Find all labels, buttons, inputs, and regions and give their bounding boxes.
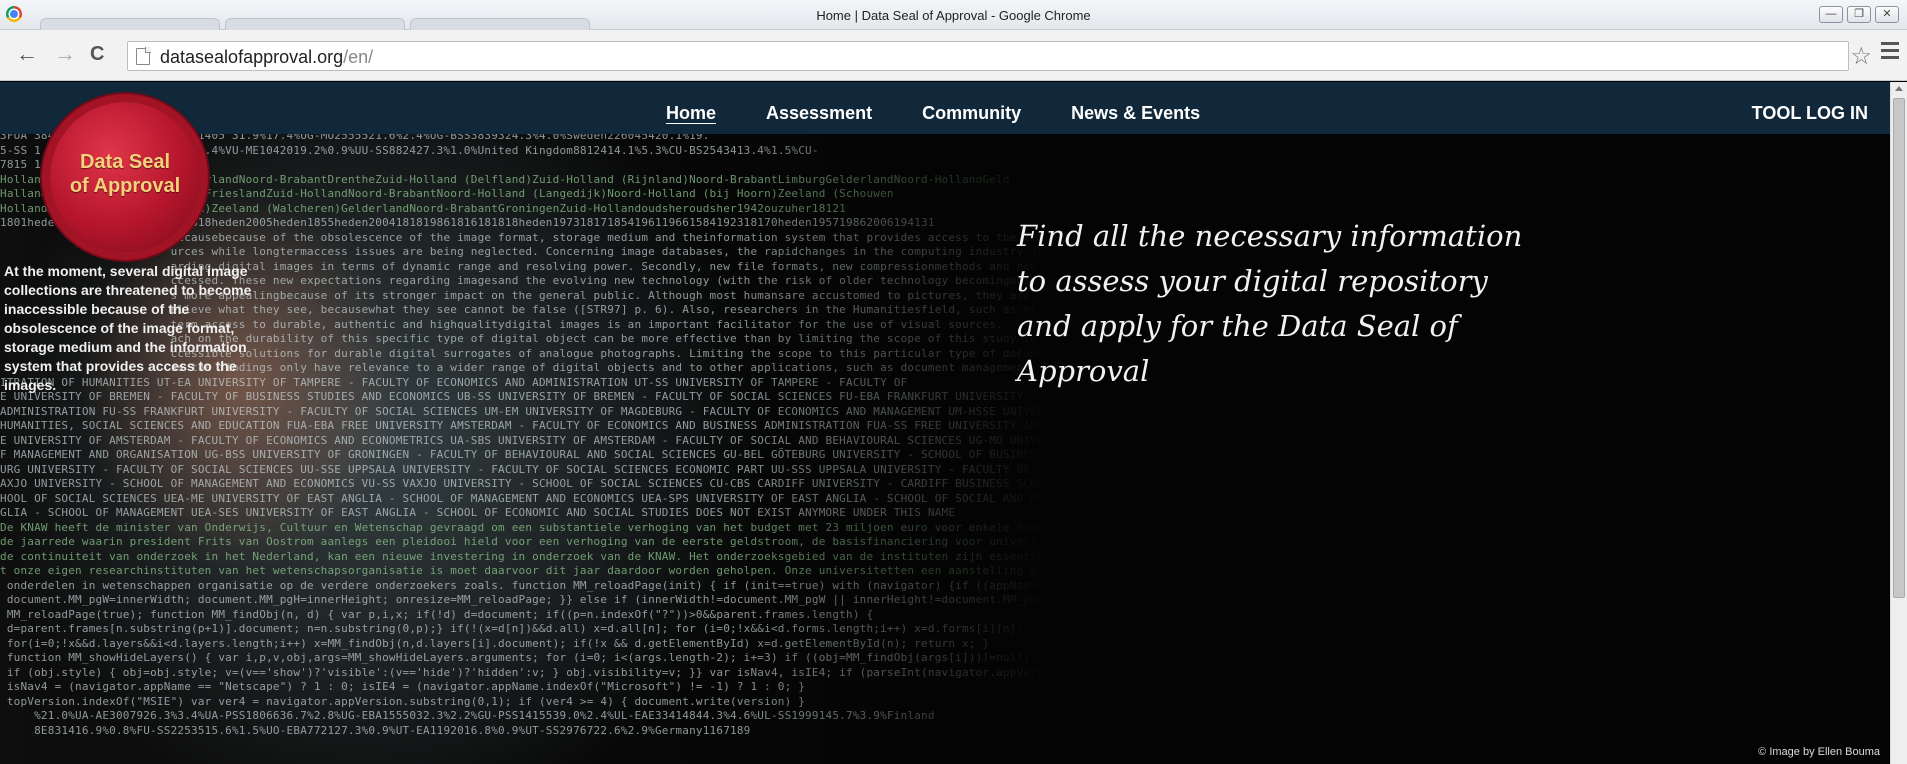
- scroll-up-icon[interactable]: [1895, 86, 1903, 91]
- logo-text: Data Seal of Approval: [69, 151, 181, 197]
- address-bar[interactable]: datasealofapproval.org/en/: [127, 41, 1849, 71]
- tool-login-link[interactable]: TOOL LOG IN: [1752, 103, 1868, 124]
- chrome-menu-icon[interactable]: [1881, 42, 1899, 63]
- hero-tagline: Find all the necessary information to as…: [1017, 219, 1523, 388]
- browser-title-bar: Home | Data Seal of Approval - Google Ch…: [0, 0, 1907, 30]
- nav-community[interactable]: Community: [922, 103, 1021, 124]
- scroll-thumb[interactable]: [1893, 98, 1905, 598]
- browser-toolbar: ← → C datasealofapproval.org/en/ ☆: [0, 30, 1907, 81]
- page-icon: [136, 47, 151, 65]
- page-scrollbar[interactable]: [1890, 82, 1907, 764]
- close-button[interactable]: ✕: [1875, 6, 1899, 23]
- page-viewport: E8314 DUO-EBA772127.3%0.9%UG-H2093014.4%…: [0, 82, 1890, 764]
- minimize-button[interactable]: —: [1819, 6, 1843, 23]
- nav-assessment[interactable]: Assessment: [766, 103, 872, 124]
- image-credit: © Image by Ellen Bouma: [1758, 746, 1880, 758]
- reload-button[interactable]: C: [90, 42, 104, 66]
- maximize-button[interactable]: ❐: [1847, 6, 1871, 23]
- url-path: /en/: [343, 47, 374, 67]
- window-controls: — ❐ ✕: [1819, 6, 1899, 23]
- data-seal-logo[interactable]: Data Seal of Approval: [36, 88, 214, 266]
- window-title: Home | Data Seal of Approval - Google Ch…: [816, 8, 1091, 23]
- url-host: datasealofapproval.org: [160, 47, 344, 67]
- bookmark-star-icon[interactable]: ☆: [1850, 42, 1872, 71]
- forward-button[interactable]: →: [54, 42, 76, 66]
- nav-home[interactable]: Home: [666, 103, 716, 124]
- back-button[interactable]: ←: [16, 42, 38, 66]
- hero-caption: At the moment, several digital image col…: [4, 263, 252, 393]
- url-text[interactable]: datasealofapproval.org/en/: [160, 47, 373, 68]
- nav-news-events[interactable]: News & Events: [1071, 103, 1200, 124]
- site-header: Home Assessment Community News & Events …: [0, 82, 1890, 134]
- main-nav: Home Assessment Community News & Events: [666, 103, 1200, 124]
